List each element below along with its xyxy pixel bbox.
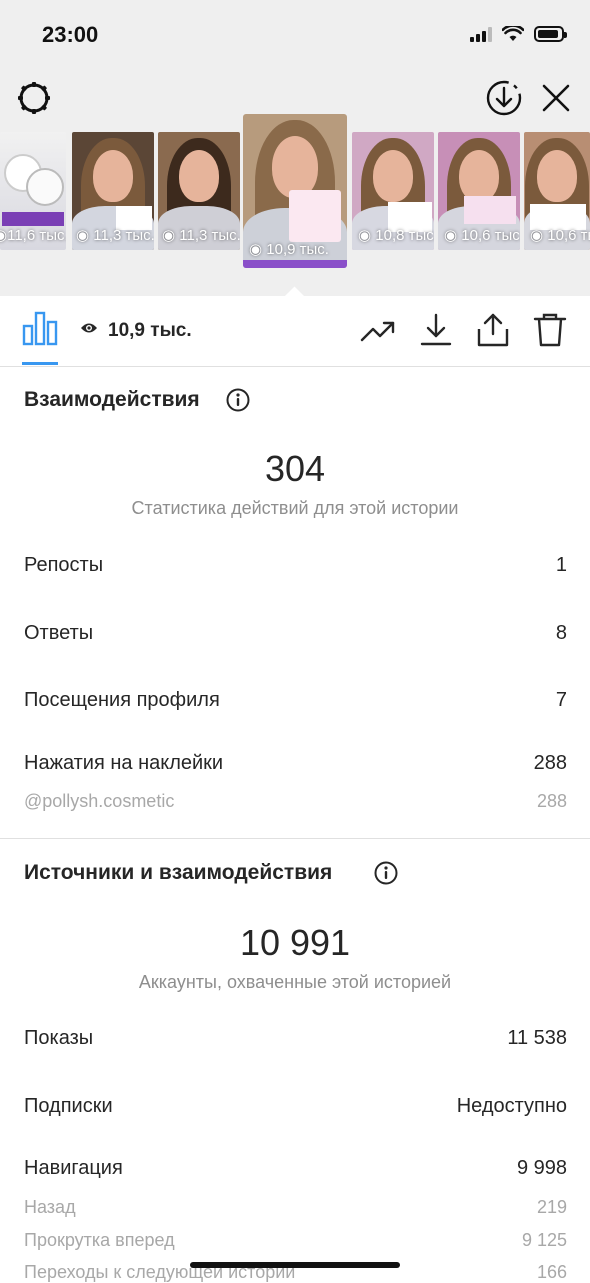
interactions-caption: Статистика действий для этой истории [131,498,459,518]
active-tab-indicator [22,362,58,365]
replies-value: 8 [555,622,567,644]
trend-arrow-icon[interactable] [360,312,396,348]
story-views-total: 10,9 тыс. [108,320,192,341]
insights-toolbar: 10,9 тыс. [0,296,590,367]
trash-icon[interactable] [532,312,568,348]
sticker-taps-label: Нажатия на наклейки [24,752,224,774]
discovery-title: Источники и взаимодействия [24,861,333,884]
story-views-count: ◉ 11,3 тыс. [76,227,154,244]
info-icon[interactable] [226,388,250,412]
share-icon[interactable] [475,312,511,348]
eye-icon [81,323,97,333]
reposts-value: 1 [555,554,567,576]
download-circle-icon[interactable] [484,78,524,118]
story-views-count: ◉ 10,6 тыс. [530,227,590,244]
accounts-reached-caption: Аккаунты, охваченные этой историей [138,972,452,992]
story-views-count: ◉ 10,6 тыс. [444,227,520,244]
back-value: 219 [536,1197,567,1217]
story-thumbnail[interactable]: ◉ 11,3 тыс. [72,132,154,250]
follows-value: Недоступно [456,1095,567,1117]
sticker-taps-value: 288 [533,752,567,774]
story-views-count: ◉ 10,8 тыс. [358,227,434,244]
status-bar: 23:00 [0,0,590,70]
back-label: Назад [24,1197,76,1217]
story-thumbnail[interactable]: ◉11,6 тыс. [0,132,66,250]
sticker-mention-label[interactable]: @pollysh.cosmetic [24,791,174,812]
story-thumbnail[interactable]: ◉ 10,8 тыс. [352,132,434,250]
selected-story-pointer [283,284,307,296]
navigation-value: 9 998 [516,1157,567,1179]
story-thumbnail[interactable]: ◉ 11,3 тыс. [158,132,240,250]
story-views-count: ◉ 11,3 тыс. [162,227,240,244]
impressions-label: Показы [24,1027,94,1049]
interactions-total: 304 [264,448,326,489]
follows-label: Подписки [24,1095,113,1117]
section-divider [0,838,590,839]
bar-chart-icon[interactable] [22,310,58,346]
replies-label: Ответы [24,622,94,644]
wifi-icon [502,26,524,41]
home-indicator [190,1262,400,1268]
interactions-title: Взаимодействия [24,388,200,411]
story-thumbnail-selected[interactable]: ◉ 10,9 тыс. [243,114,347,268]
battery-icon [534,26,567,42]
story-views-count: ◉11,6 тыс. [0,227,66,244]
forward-label: Прокрутка вперед [24,1230,175,1250]
reposts-label: Репосты [24,554,104,576]
story-thumbnail[interactable]: ◉ 10,6 тыс. [438,132,520,250]
accounts-reached-total: 10 991 [239,922,351,963]
sticker-mention-value: 288 [536,791,567,811]
profile-visits-label: Посещения профиля [24,689,220,711]
gear-icon[interactable] [14,78,54,118]
status-time: 23:00 [42,22,99,47]
profile-visits-value: 7 [555,689,567,711]
download-icon[interactable] [418,312,454,348]
info-icon[interactable] [374,861,398,885]
close-icon[interactable] [536,78,576,118]
story-views-count: ◉ 10,9 тыс. [249,241,329,258]
navigation-label: Навигация [24,1157,123,1179]
status-icons [470,26,567,42]
impressions-value: 11 538 [507,1027,567,1049]
forward-value: 9 125 [521,1230,567,1250]
cellular-signal-icon [470,26,492,42]
story-thumbnail-strip: ◉11,6 тыс. ◉ 11,3 тыс. ◉ 11,3 тыс. ◉ 10,… [0,114,590,294]
story-thumbnail[interactable]: ◉ 10,6 тыс. [524,132,590,250]
